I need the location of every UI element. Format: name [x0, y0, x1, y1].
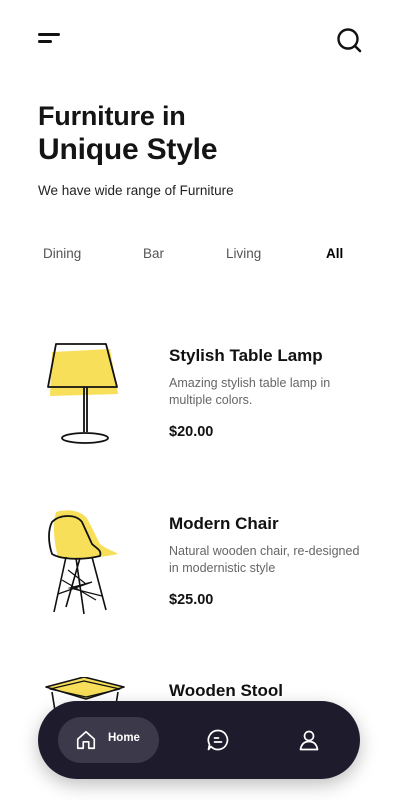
product-price: $25.00	[169, 592, 214, 608]
product-name: Wooden Stool	[169, 681, 283, 700]
nav-home-button[interactable]: Home	[58, 717, 159, 763]
search-icon[interactable]	[334, 26, 364, 56]
table-lamp-icon	[36, 342, 136, 462]
page-title: Furniture in Unique Style	[38, 100, 358, 167]
page-title-line1: Furniture in	[38, 101, 186, 131]
page-subtitle: We have wide range of Furniture	[38, 183, 234, 198]
page-title-line2: Unique Style	[38, 133, 218, 166]
home-icon	[76, 730, 96, 750]
product-description: Amazing stylish table lamp in multiple c…	[169, 376, 331, 407]
product-card-table-lamp[interactable]: Stylish Table Lamp Amazing stylish table…	[0, 342, 400, 492]
product-name: Modern Chair	[169, 514, 279, 533]
product-name: Stylish Table Lamp	[169, 346, 323, 365]
category-tabs: Dining Bar Living All	[0, 246, 400, 268]
nav-home-label: Home	[108, 732, 140, 744]
bottom-nav: Home	[38, 701, 360, 779]
tab-bar[interactable]: Bar	[143, 246, 164, 261]
tab-living[interactable]: Living	[226, 246, 261, 261]
tab-all[interactable]: All	[326, 246, 343, 261]
product-card-modern-chair[interactable]: Modern Chair Natural wooden chair, re-de…	[0, 510, 400, 660]
top-bar	[0, 0, 400, 80]
menu-icon[interactable]	[36, 28, 64, 48]
chat-icon[interactable]	[206, 728, 230, 752]
product-price: $20.00	[169, 424, 214, 440]
tab-dining[interactable]: Dining	[43, 246, 81, 261]
product-description: Natural wooden chair, re-designed in mod…	[169, 544, 360, 575]
chair-icon	[36, 510, 136, 630]
profile-icon[interactable]	[297, 728, 321, 752]
